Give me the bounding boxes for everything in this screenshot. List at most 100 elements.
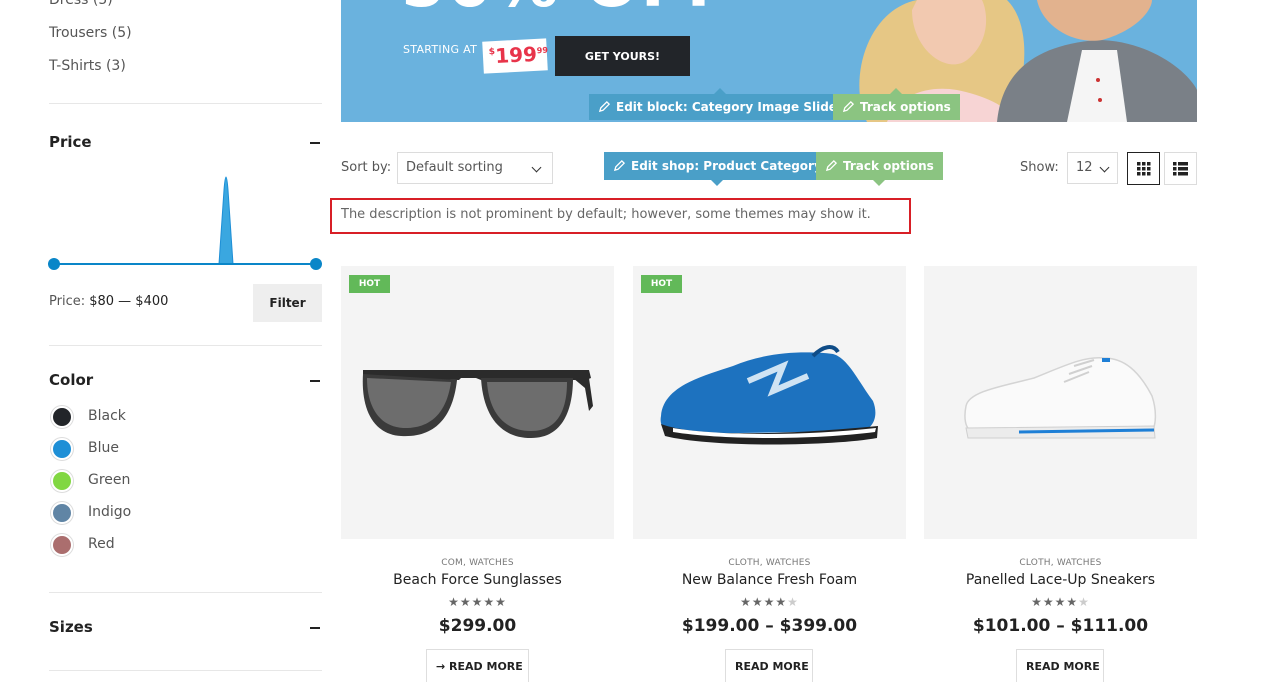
track-options-label: Track options: [860, 100, 951, 114]
product-title[interactable]: New Balance Fresh Foam: [633, 572, 906, 588]
per-page-value: 12: [1076, 160, 1093, 175]
sort-select[interactable]: Default sorting: [397, 152, 553, 184]
track-options-label: Track options: [843, 159, 934, 173]
color-widget-title: Color: [49, 371, 94, 389]
pencil-icon: [842, 100, 855, 113]
list-icon: [1173, 162, 1188, 176]
color-label: Red: [88, 536, 115, 552]
collapse-icon[interactable]: [310, 142, 320, 144]
pill-pointer: [890, 88, 903, 94]
divider: [49, 345, 322, 346]
read-more-label: READ MORE: [449, 659, 523, 673]
product-categories[interactable]: CLOTH, WATCHES: [633, 558, 906, 568]
color-filter-green[interactable]: Green: [49, 469, 249, 493]
category-link-tshirts[interactable]: T-Shirts (3): [49, 58, 126, 74]
collapse-icon[interactable]: [310, 380, 320, 382]
product-title[interactable]: Panelled Lace-Up Sneakers: [924, 572, 1197, 588]
pill-pointer: [711, 180, 724, 186]
collapse-icon[interactable]: [310, 627, 320, 629]
category-description: The description is not prominent by defa…: [330, 198, 911, 234]
banner-price-tag: $19999: [482, 38, 549, 74]
divider: [49, 103, 322, 104]
product-title[interactable]: Beach Force Sunglasses: [341, 572, 614, 588]
chevron-down-icon: [1099, 162, 1110, 173]
show-label: Show:: [1020, 160, 1059, 175]
price-cents: 99: [536, 45, 549, 56]
banner-starting-at: STARTING AT: [403, 43, 478, 56]
blue-sneaker-icon: [660, 345, 878, 445]
price-histogram: [218, 176, 234, 265]
pill-pointer: [714, 88, 727, 94]
banner-headline: 50% OFF: [401, 0, 732, 22]
color-label: Black: [88, 408, 126, 424]
per-page-select[interactable]: 12: [1067, 152, 1118, 184]
divider: [49, 670, 322, 671]
color-swatch: [51, 534, 73, 556]
color-swatch: [51, 502, 73, 524]
price-main: 199: [494, 41, 538, 69]
pencil-icon: [598, 100, 611, 113]
price-label-prefix: Price:: [49, 294, 86, 309]
color-filter-black[interactable]: Black: [49, 405, 249, 429]
product-price: $199.00 – $399.00: [681, 616, 858, 636]
arrow-right-icon: →: [436, 659, 450, 673]
sunglasses-icon: [362, 370, 593, 438]
star-rating: ★★★★★: [1031, 595, 1090, 609]
track-options-pill[interactable]: Track options: [833, 88, 960, 120]
sort-select-value: Default sorting: [406, 160, 503, 175]
hot-badge: HOT: [349, 275, 390, 293]
sort-by-label: Sort by:: [341, 160, 392, 175]
chevron-down-icon: [531, 162, 542, 173]
category-link-trousers[interactable]: Trousers (5): [49, 25, 132, 41]
sizes-widget-header[interactable]: Sizes: [49, 618, 322, 636]
color-widget-header[interactable]: Color: [49, 371, 322, 389]
price-filter-button[interactable]: Filter: [253, 284, 322, 322]
get-yours-button[interactable]: GET YOURS!: [555, 36, 690, 76]
color-filter-indigo[interactable]: Indigo: [49, 501, 249, 525]
grid-view-button[interactable]: [1127, 152, 1160, 185]
color-swatch: [51, 438, 73, 460]
pill-pointer: [873, 180, 886, 186]
read-more-button[interactable]: READ MORE: [1016, 649, 1104, 682]
grid-icon: [1137, 162, 1151, 176]
category-banner[interactable]: 50% OFF STARTING AT $19999 GET YOURS! Ed…: [341, 0, 1197, 122]
hot-badge: HOT: [641, 275, 682, 293]
list-view-button[interactable]: [1164, 152, 1197, 185]
edit-block-label: Edit block: Category Image Slider: [616, 100, 843, 114]
color-swatch: [51, 470, 73, 492]
track-options-pill[interactable]: Track options: [816, 152, 943, 186]
price-slider-track[interactable]: [53, 263, 316, 265]
product-image[interactable]: HOT: [341, 266, 614, 539]
edit-shop-label: Edit shop: Product Category: [631, 159, 822, 173]
product-price: $101.00 – $111.00: [972, 616, 1149, 636]
price-widget-title: Price: [49, 133, 92, 151]
price-slider-max-handle[interactable]: [310, 258, 322, 270]
product-image[interactable]: HOT: [633, 266, 906, 539]
product-categories[interactable]: COM, WATCHES: [341, 558, 614, 568]
pencil-icon: [613, 159, 626, 172]
read-more-button[interactable]: READ MORE: [725, 649, 813, 682]
star-rating: ★★★★★: [448, 595, 507, 609]
price-currency: $: [488, 47, 496, 58]
color-label: Indigo: [88, 504, 132, 520]
price-range-label: Price: $80 — $400: [49, 294, 168, 309]
price-range-value: $80 — $400: [89, 294, 169, 309]
color-filter-red[interactable]: Red: [49, 533, 249, 557]
color-filter-blue[interactable]: Blue: [49, 437, 249, 461]
product-image[interactable]: [924, 266, 1197, 539]
category-link-dress[interactable]: Dress (5): [49, 0, 113, 8]
price-slider-min-handle[interactable]: [48, 258, 60, 270]
product-price: $299.00: [438, 616, 517, 636]
divider: [49, 592, 322, 593]
sizes-widget-title: Sizes: [49, 618, 93, 636]
star-rating: ★★★★★: [740, 595, 799, 609]
product-categories[interactable]: CLOTH, WATCHES: [924, 558, 1197, 568]
edit-shop-pill[interactable]: Edit shop: Product Category: [604, 152, 831, 186]
color-label: Blue: [88, 440, 119, 456]
edit-block-pill[interactable]: Edit block: Category Image Slider: [589, 88, 852, 120]
read-more-button[interactable]: → READ MORE: [426, 649, 529, 682]
color-swatch: [51, 406, 73, 428]
pencil-icon: [825, 159, 838, 172]
white-sneaker-icon: [964, 357, 1157, 439]
price-widget-header[interactable]: Price: [49, 133, 322, 151]
